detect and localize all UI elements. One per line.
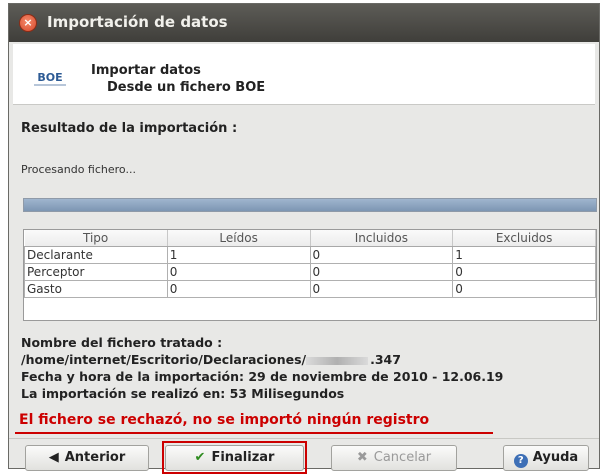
import-duration: La importación se realizó en: 53 Miliseg… [21, 386, 345, 401]
cancel-button[interactable]: ✖ Cancelar [331, 445, 457, 471]
table-cell: Declarante [24, 246, 168, 264]
cancel-x-icon: ✖ [356, 450, 368, 465]
table-cell: Gasto [24, 280, 168, 298]
arrow-left-icon: ◀ [48, 450, 59, 465]
progress-fill [24, 199, 596, 211]
table-cell: 0 [452, 280, 596, 298]
close-icon[interactable]: × [19, 14, 37, 32]
table-cell: 1 [166, 246, 311, 264]
cancel-label: Cancelar [373, 450, 432, 465]
import-date: Fecha y hora de la importación: 29 de no… [21, 369, 504, 384]
header-title: Importar datos [91, 63, 201, 78]
table-row[interactable]: Gasto 0 0 0 [24, 280, 596, 298]
error-underline [15, 432, 493, 434]
title-bar: × Importación de datos [9, 4, 599, 42]
result-section-title: Resultado de la importación : [21, 121, 238, 136]
table-cell: 0 [166, 263, 311, 281]
file-path-suffix: .347 [370, 352, 401, 367]
footer-divider [9, 438, 599, 439]
redacted-segment [306, 356, 369, 365]
previous-label: Anterior [64, 450, 126, 465]
table-cell: 0 [452, 263, 596, 281]
results-table: Tipo Leídos Incluidos Excluidos Declaran… [23, 229, 597, 321]
column-header[interactable]: Leídos [167, 230, 311, 247]
table-header-row: Tipo Leídos Incluidos Excluidos [24, 230, 596, 247]
import-dialog: × Importación de datos BOE Importar dato… [8, 3, 600, 474]
table-row[interactable]: Declarante 1 0 1 [24, 246, 596, 264]
column-header[interactable]: Tipo [24, 230, 168, 247]
help-label: Ayuda [532, 450, 579, 465]
header-panel: BOE Importar datos Desde un fichero BOE [13, 44, 595, 105]
table-cell: 1 [452, 246, 596, 264]
finish-highlight-box [162, 441, 307, 474]
table-cell: 0 [166, 280, 311, 298]
processing-status: Procesando fichero... [21, 163, 136, 176]
error-message: El fichero se rechazó, no se importó nin… [19, 412, 430, 428]
table-cell: 0 [309, 263, 454, 281]
table-cell: 0 [309, 280, 454, 298]
file-path-prefix: /home/internet/Escritorio/Declaraciones/ [21, 352, 307, 367]
window-title: Importación de datos [47, 13, 228, 31]
previous-button[interactable]: ◀ Anterior [25, 445, 149, 471]
table-cell: Perceptor [24, 263, 168, 281]
header-subtitle: Desde un fichero BOE [107, 80, 266, 95]
boe-logo-icon: BOE [31, 64, 69, 90]
progress-bar [23, 198, 597, 212]
table-cell: 0 [309, 246, 454, 264]
table-row[interactable]: Perceptor 0 0 0 [24, 263, 596, 281]
file-name-label: Nombre del fichero tratado : [21, 335, 223, 350]
column-header[interactable]: Incluidos [310, 230, 454, 247]
help-button[interactable]: ? Ayuda [503, 445, 589, 471]
column-header[interactable]: Excluidos [452, 230, 596, 247]
boe-logo-text: BOE [37, 71, 62, 84]
file-path: /home/internet/Escritorio/Declaraciones/… [21, 352, 401, 367]
help-icon: ? [513, 454, 528, 468]
